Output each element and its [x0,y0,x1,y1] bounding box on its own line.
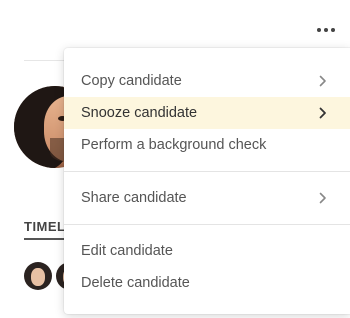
menu-item-snooze-candidate[interactable]: Snooze candidate [64,97,350,129]
menu-item-edit-candidate[interactable]: Edit candidate [64,235,350,267]
candidate-actions-menu: Copy candidate Snooze candidate Perform … [64,48,350,314]
menu-divider [64,171,350,172]
menu-item-copy-candidate[interactable]: Copy candidate [64,65,350,97]
chevron-right-icon [318,97,328,129]
menu-item-label: Perform a background check [81,137,267,153]
menu-divider [64,224,350,225]
menu-item-label: Edit candidate [81,243,173,259]
menu-item-background-check[interactable]: Perform a background check [64,129,350,161]
chevron-right-icon [318,182,328,214]
more-horizontal-icon [317,28,321,32]
menu-item-label: Snooze candidate [81,105,198,121]
more-options-button[interactable] [312,20,340,40]
menu-item-label: Copy candidate [81,73,182,89]
menu-item-delete-candidate[interactable]: Delete candidate [64,267,350,299]
menu-item-share-candidate[interactable]: Share candidate [64,182,350,214]
menu-item-label: Share candidate [81,190,187,206]
chevron-right-icon [318,65,328,97]
menu-item-label: Delete candidate [81,275,190,291]
tab-timeline[interactable]: TIMELI [24,219,70,234]
timeline-avatar [24,262,52,290]
